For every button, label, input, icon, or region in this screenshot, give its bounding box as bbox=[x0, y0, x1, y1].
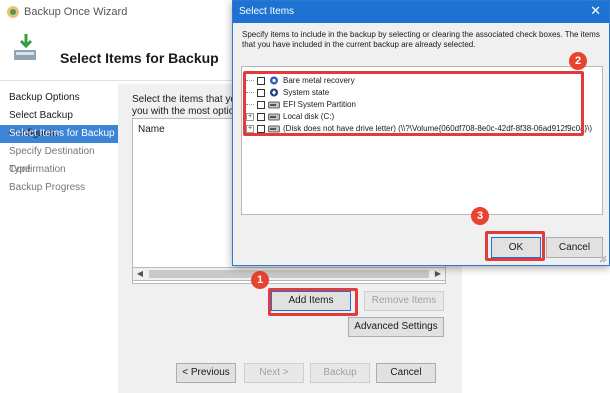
backup-button: Backup bbox=[310, 363, 370, 383]
drive-icon bbox=[268, 101, 280, 109]
tree-item-label: System state bbox=[283, 88, 330, 97]
tree-item-system-state[interactable]: System state bbox=[246, 87, 329, 98]
close-icon[interactable]: ✕ bbox=[590, 4, 601, 18]
dialog-title: Select Items bbox=[239, 6, 295, 17]
instruction-text: Select the items that you w you with the… bbox=[132, 94, 242, 118]
previous-button[interactable]: < Previous bbox=[176, 363, 236, 383]
tree-item-local-disk-c[interactable]: + Local disk (C:) bbox=[246, 111, 334, 122]
nav-step-confirmation: Confirmation bbox=[9, 164, 66, 175]
efi-partition-checkbox[interactable] bbox=[257, 100, 265, 109]
tree-item-label: EFI System Partition bbox=[283, 100, 356, 109]
dialog-cancel-button[interactable]: Cancel bbox=[546, 237, 603, 258]
wizard-page-title: Select Items for Backup bbox=[60, 50, 219, 66]
bare-metal-checkbox[interactable] bbox=[257, 76, 265, 85]
wizard-window-title: Backup Once Wizard bbox=[24, 6, 128, 18]
tree-item-label: Local disk (C:) bbox=[283, 112, 335, 121]
next-button: Next > bbox=[244, 363, 304, 383]
advanced-settings-button[interactable]: Advanced Settings bbox=[348, 317, 444, 337]
system-state-checkbox[interactable] bbox=[257, 88, 265, 97]
bare-metal-icon bbox=[270, 76, 278, 85]
wizard-step-nav: Backup Options Select Backup Configurat.… bbox=[0, 84, 118, 393]
local-disk-checkbox[interactable] bbox=[257, 112, 265, 121]
drive-icon bbox=[268, 125, 280, 133]
dialog-ok-button[interactable]: OK bbox=[491, 237, 541, 258]
nav-step-backup-progress: Backup Progress bbox=[9, 182, 86, 193]
horizontal-scrollbar[interactable]: ◀ ▶ bbox=[132, 267, 446, 281]
tree-item-efi-partition[interactable]: EFI System Partition bbox=[246, 99, 356, 110]
scroll-right-icon[interactable]: ▶ bbox=[431, 268, 445, 280]
add-items-button[interactable]: Add Items bbox=[271, 291, 351, 311]
dialog-description: Specify items to include in the backup b… bbox=[242, 30, 600, 49]
nav-step-backup-options[interactable]: Backup Options bbox=[0, 89, 118, 107]
instruction-line-2: you with the most options bbox=[132, 106, 242, 117]
nav-step-select-items[interactable]: Select Items for Backup bbox=[0, 125, 118, 143]
resize-grip-icon[interactable] bbox=[599, 255, 607, 263]
system-state-icon bbox=[270, 88, 278, 97]
name-column-header[interactable]: Name bbox=[138, 124, 165, 135]
scrollbar-thumb[interactable] bbox=[149, 270, 429, 278]
step-badge-3: 3 bbox=[471, 207, 489, 225]
backup-app-icon bbox=[7, 6, 19, 18]
scroll-left-icon[interactable]: ◀ bbox=[133, 268, 147, 280]
step-badge-2: 2 bbox=[569, 52, 587, 70]
tree-connector bbox=[246, 104, 254, 105]
nav-step-backup-configuration[interactable]: Select Backup Configurat... bbox=[0, 107, 118, 139]
select-items-dialog: Select Items ✕ Specify items to include … bbox=[232, 0, 610, 266]
volume-checkbox[interactable] bbox=[257, 124, 265, 133]
dialog-titlebar: Select Items ✕ bbox=[233, 1, 609, 23]
expand-icon[interactable]: + bbox=[246, 124, 254, 133]
tree-item-bare-metal[interactable]: Bare metal recovery bbox=[246, 75, 355, 86]
tree-item-label: Bare metal recovery bbox=[283, 76, 355, 85]
backup-items-tree[interactable]: Bare metal recovery System state EFI Sys… bbox=[241, 66, 603, 215]
tree-connector bbox=[246, 80, 254, 81]
tree-item-label: (Disk does not have drive letter) (\\?\V… bbox=[283, 124, 593, 133]
tree-connector bbox=[246, 92, 254, 93]
drive-icon bbox=[268, 113, 280, 121]
step-badge-1: 1 bbox=[251, 271, 269, 289]
wizard-cancel-button[interactable]: Cancel bbox=[376, 363, 436, 383]
nav-step-destination-type: Specify Destination Type bbox=[9, 146, 95, 175]
remove-items-button: Remove Items bbox=[364, 291, 444, 311]
expand-icon[interactable]: + bbox=[246, 112, 254, 121]
instruction-line-1: Select the items that you w bbox=[132, 94, 242, 105]
backup-wizard-icon bbox=[14, 34, 36, 60]
tree-item-unlettered-volume[interactable]: + (Disk does not have drive letter) (\\?… bbox=[246, 123, 592, 134]
